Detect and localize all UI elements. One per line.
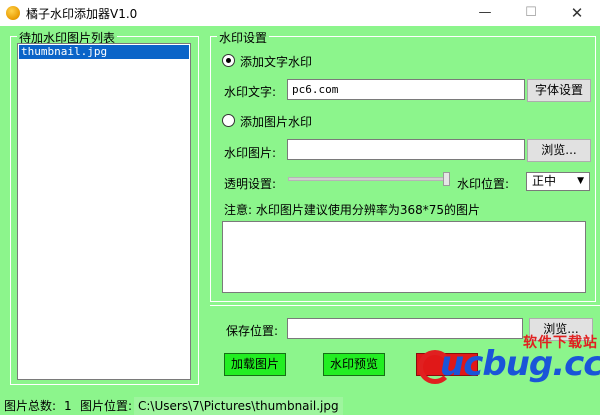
image-path-label: 图片位置:: [80, 399, 133, 413]
note-text: 注意: 水印图片建议使用分辨率为368*75的图片: [224, 203, 481, 217]
image-watermark-radio[interactable]: [222, 114, 235, 127]
window-title: 橘子水印添加器V1.0: [26, 7, 138, 21]
minimize-button[interactable]: —: [462, 0, 508, 26]
watermark-text-label: 水印文字:: [224, 85, 277, 99]
image-path-value: C:\Users\7\Pictures\thumbnail.jpg: [134, 397, 343, 415]
chevron-down-icon: ▼: [577, 176, 584, 186]
title-bar[interactable]: 橘子水印添加器V1.0 — ☐ ✕: [0, 0, 600, 26]
maximize-button[interactable]: ☐: [508, 0, 554, 26]
watermark-preview-button[interactable]: 水印预览: [323, 353, 385, 376]
save-location-label: 保存位置:: [226, 324, 279, 338]
opacity-label: 透明设置:: [224, 177, 277, 191]
load-images-button[interactable]: 加载图片: [224, 353, 286, 376]
image-count-value: 1: [64, 399, 72, 413]
note-textarea[interactable]: [222, 221, 586, 293]
position-select[interactable]: 正中 ▼: [526, 172, 590, 191]
close-button[interactable]: ✕: [554, 0, 600, 26]
watermark-text-input[interactable]: pc6.com: [287, 79, 525, 100]
image-count-label: 图片总数:: [4, 399, 57, 413]
text-watermark-radio[interactable]: [222, 54, 235, 67]
watermark-settings-title: 水印设置: [217, 29, 270, 46]
bottom-divider: [210, 305, 600, 307]
font-settings-button[interactable]: 字体设置: [527, 79, 591, 102]
status-bar: 图片总数: 1 图片位置: C:\Users\7\Pictures\thumbn…: [0, 397, 600, 415]
app-orange-icon: [6, 6, 20, 20]
opacity-slider-handle[interactable]: [443, 172, 450, 186]
site-watermark: 软件下载站 ucbug.cc: [418, 332, 600, 394]
watermark-image-input[interactable]: [287, 139, 525, 160]
list-item[interactable]: thumbnail.jpg: [19, 45, 189, 59]
image-listbox[interactable]: thumbnail.jpg: [17, 43, 191, 380]
position-select-value: 正中: [532, 174, 557, 188]
image-browse-button[interactable]: 浏览...: [527, 139, 591, 162]
image-watermark-radio-label[interactable]: 添加图片水印: [240, 113, 312, 130]
text-watermark-radio-label[interactable]: 添加文字水印: [240, 53, 312, 70]
opacity-slider[interactable]: [288, 177, 450, 181]
position-label: 水印位置:: [457, 177, 510, 191]
site-watermark-text: ucbug.cc: [440, 344, 600, 384]
watermark-image-label: 水印图片:: [224, 146, 277, 160]
